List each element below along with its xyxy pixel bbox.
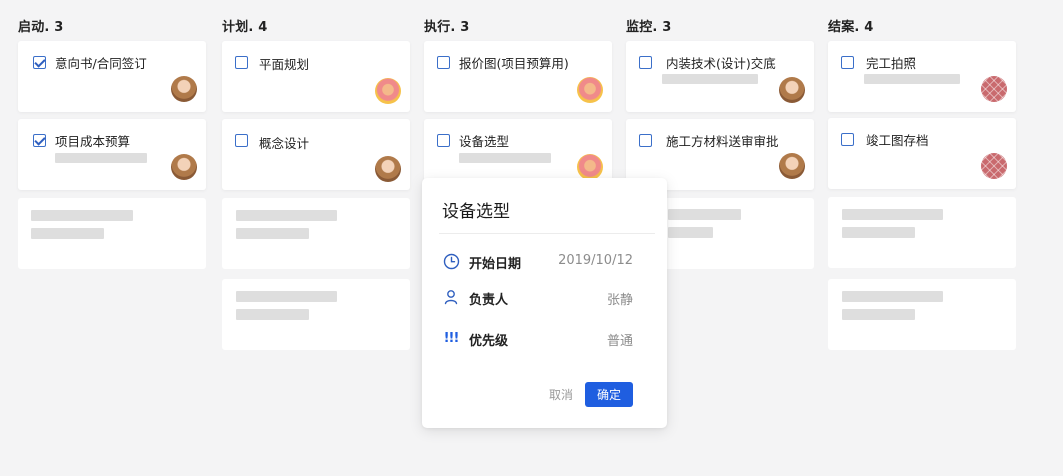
skeleton-card — [18, 198, 206, 269]
task-card[interactable]: 概念设计 — [222, 119, 410, 190]
assignee-row[interactable]: 负责人 张静 — [442, 288, 633, 308]
start-date-row[interactable]: 开始日期 2019/10/12 — [442, 252, 633, 272]
priority-label: 优先级 — [469, 334, 509, 349]
task-checkbox[interactable] — [639, 134, 652, 147]
assignee-avatar[interactable] — [981, 76, 1007, 102]
task-checkbox[interactable] — [437, 56, 450, 69]
task-label: 竣工图存档 — [866, 133, 929, 148]
user-icon — [442, 288, 460, 306]
assignee-label: 负责人 — [469, 293, 509, 308]
placeholder-bar — [55, 153, 147, 163]
skeleton-line — [31, 210, 133, 221]
task-checkbox[interactable] — [639, 56, 652, 69]
placeholder-bar — [864, 74, 960, 84]
assignee-value[interactable]: 张静 — [607, 289, 633, 308]
skeleton-card — [222, 198, 410, 269]
task-label: 报价图(项目预算用) — [459, 56, 569, 71]
task-detail-popup: 设备选型 开始日期 2019/10/12 负责人 张静 !!! 优先级 普通 取… — [422, 178, 667, 428]
task-checkbox[interactable] — [33, 56, 46, 69]
skeleton-line — [842, 291, 943, 302]
assignee-avatar[interactable] — [171, 76, 197, 102]
priority-value[interactable]: 普通 — [607, 330, 633, 349]
task-label: 意向书/合同签订 — [55, 56, 147, 71]
task-label: 项目成本预算 — [55, 134, 131, 149]
skeleton-line — [842, 309, 915, 320]
task-card[interactable]: 报价图(项目预算用) — [424, 41, 612, 112]
priority-row[interactable]: !!! 优先级 普通 — [442, 329, 633, 350]
cancel-button[interactable]: 取消 — [549, 386, 573, 403]
task-label: 设备选型 — [459, 134, 510, 149]
skeleton-card — [222, 279, 410, 350]
task-label: 施工方材料送审审批 — [666, 134, 779, 149]
skeleton-line — [236, 291, 337, 302]
assignee-avatar[interactable] — [577, 77, 603, 103]
skeleton-line — [842, 209, 943, 220]
task-card[interactable]: 竣工图存档 — [828, 118, 1016, 189]
task-label: 完工拍照 — [866, 56, 917, 71]
assignee-avatar[interactable] — [779, 77, 805, 103]
start-date-label: 开始日期 — [469, 257, 522, 272]
placeholder-bar — [459, 153, 551, 163]
assignee-avatar[interactable] — [779, 153, 805, 179]
task-card[interactable]: 项目成本预算 — [18, 119, 206, 190]
column-title: 监控. 3 — [626, 20, 672, 35]
popup-title: 设备选型 — [442, 202, 510, 222]
task-checkbox[interactable] — [33, 134, 46, 147]
assignee-avatar[interactable] — [171, 154, 197, 180]
task-card[interactable]: 平面规划 — [222, 41, 410, 112]
divider — [439, 233, 655, 234]
assignee-avatar[interactable] — [375, 78, 401, 104]
skeleton-line — [668, 227, 713, 238]
assignee-avatar[interactable] — [577, 154, 603, 180]
task-card[interactable]: 意向书/合同签订 — [18, 41, 206, 112]
task-card[interactable]: 内装技术(设计)交底 — [626, 41, 814, 112]
start-date-value[interactable]: 2019/10/12 — [558, 253, 633, 268]
column-title: 执行. 3 — [424, 20, 470, 35]
skeleton-line — [236, 210, 337, 221]
skeleton-line — [842, 227, 915, 238]
column-title: 计划. 4 — [222, 20, 268, 35]
clock-icon — [442, 252, 460, 270]
task-checkbox[interactable] — [841, 56, 854, 69]
task-label: 概念设计 — [259, 136, 310, 151]
skeleton-card — [828, 279, 1016, 350]
task-checkbox[interactable] — [235, 134, 248, 147]
skeleton-line — [236, 309, 309, 320]
skeleton-line — [236, 228, 309, 239]
task-card[interactable]: 完工拍照 — [828, 41, 1016, 112]
task-label: 内装技术(设计)交底 — [666, 56, 776, 71]
task-checkbox[interactable] — [437, 134, 450, 147]
task-checkbox[interactable] — [235, 56, 248, 69]
task-checkbox[interactable] — [841, 133, 854, 146]
column-title: 结案. 4 — [828, 20, 874, 35]
assignee-avatar[interactable] — [981, 153, 1007, 179]
placeholder-bar — [662, 74, 758, 84]
task-label: 平面规划 — [259, 57, 310, 72]
skeleton-card — [828, 197, 1016, 268]
priority-icon: !!! — [443, 330, 460, 346]
skeleton-line — [668, 209, 741, 220]
skeleton-line — [31, 228, 104, 239]
confirm-button[interactable]: 确定 — [585, 382, 633, 407]
assignee-avatar[interactable] — [375, 156, 401, 182]
column-title: 启动. 3 — [18, 20, 64, 35]
